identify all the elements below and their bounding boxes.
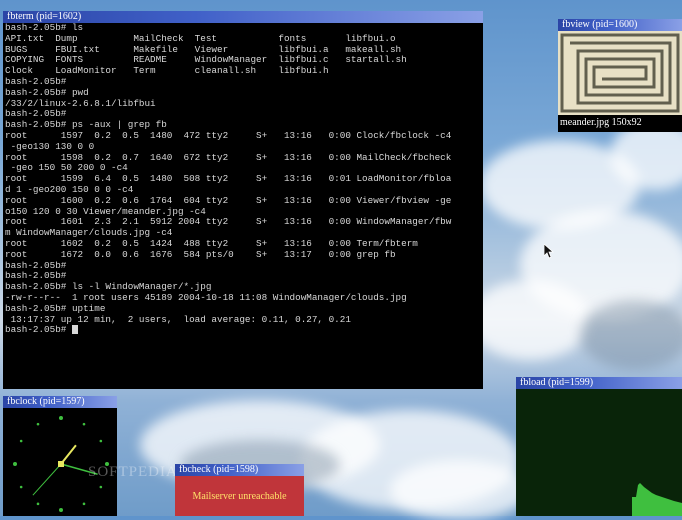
- fbview-window[interactable]: fbview (pid=1600) meander.jpg 150x92: [558, 19, 682, 132]
- clock-tick: [36, 502, 40, 506]
- fbcheck-titlebar[interactable]: fbcheck (pid=1598): [175, 464, 304, 476]
- fbview-titlebar[interactable]: fbview (pid=1600): [558, 19, 682, 31]
- clock-tick: [19, 485, 23, 489]
- clock-second-hand: [32, 463, 62, 496]
- fbload-titlebar[interactable]: fbload (pid=1599): [516, 377, 682, 389]
- fbload-window[interactable]: fbload (pid=1599): [516, 377, 682, 516]
- clock-tick: [82, 422, 86, 426]
- fbcheck-window[interactable]: fbcheck (pid=1598) Mailserver unreachabl…: [175, 464, 304, 516]
- clock-tick: [36, 422, 40, 426]
- load-graph: [632, 483, 682, 516]
- clock-tick: [99, 485, 103, 489]
- clock-tick: [99, 439, 103, 443]
- fbterm-window[interactable]: fbterm (pid=1602) bash-2.05b# ls API.txt…: [3, 11, 483, 389]
- mail-status-message: Mailserver unreachable: [192, 491, 287, 502]
- fbclock-titlebar[interactable]: fbclock (pid=1597): [3, 396, 117, 408]
- clock-tick: [59, 416, 63, 420]
- terminal-cursor: [71, 325, 78, 335]
- clock-center: [58, 461, 64, 467]
- image-caption: meander.jpg 150x92: [560, 117, 642, 128]
- clock-tick: [19, 439, 23, 443]
- clock-tick: [82, 502, 86, 506]
- terminal-output[interactable]: bash-2.05b# ls API.txt Dump MailCheck Te…: [3, 22, 483, 336]
- fbclock-window[interactable]: fbclock (pid=1597): [3, 396, 117, 516]
- clock-tick: [59, 508, 63, 512]
- analog-clock: [13, 416, 109, 512]
- mouse-pointer-icon: [544, 244, 554, 259]
- meander-image: [558, 31, 682, 115]
- clock-tick: [13, 462, 17, 466]
- softpedia-watermark: SOFTPEDIA: [88, 464, 178, 480]
